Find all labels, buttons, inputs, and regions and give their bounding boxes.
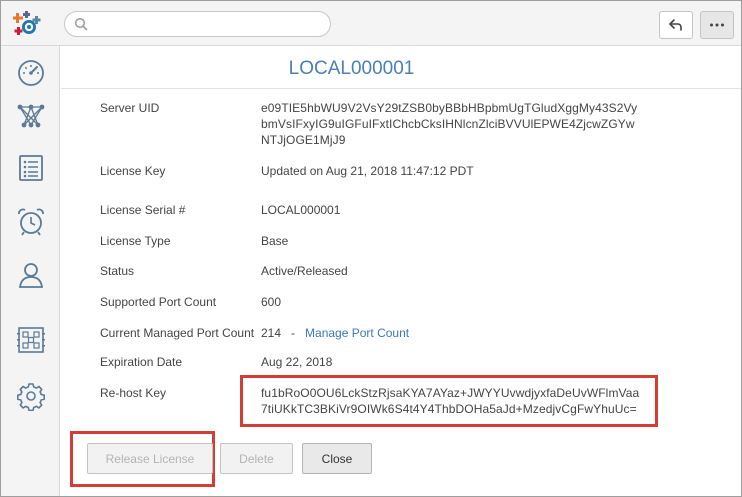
- rehost-key-label: Re-host Key: [100, 386, 167, 400]
- more-options-button[interactable]: [700, 11, 734, 39]
- delete-button[interactable]: Delete: [220, 443, 293, 474]
- device-grid-icon: [16, 327, 45, 353]
- rehost-key-highlight-box: [240, 375, 658, 427]
- dashboard-gauge-icon: [17, 60, 44, 86]
- license-type-value: Base: [261, 234, 289, 248]
- sidebar: [1, 46, 60, 496]
- license-key-label: License Key: [100, 164, 166, 178]
- server-uid-label: Server UID: [100, 101, 160, 115]
- manage-port-count-link[interactable]: Manage Port Count: [305, 326, 409, 340]
- ellipsis-icon: [710, 23, 724, 27]
- license-type-label: License Type: [100, 234, 171, 248]
- serial-value: LOCAL000001: [261, 203, 341, 217]
- managed-port-count-label: Current Managed Port Count: [100, 326, 255, 340]
- back-button[interactable]: [659, 11, 693, 39]
- search-input[interactable]: [64, 11, 331, 37]
- server-uid-value: e09TIE5hbWU9V2VsY29tZSB0byBBbHBpbmUgTGlu…: [261, 101, 638, 147]
- managed-port-count-row: 214 - Manage Port Count: [261, 325, 409, 341]
- serial-label: License Serial #: [100, 203, 186, 217]
- expiration-date-label: Expiration Date: [100, 355, 183, 369]
- search-icon: [74, 17, 88, 31]
- sidebar-item-dashboard[interactable]: [1, 53, 60, 93]
- sidebar-item-alarms[interactable]: [1, 202, 60, 242]
- sidebar-item-settings[interactable]: [1, 376, 60, 416]
- license-key-value: Updated on Aug 21, 2018 11:47:12 PDT: [261, 164, 474, 178]
- release-license-button[interactable]: Release License: [87, 443, 213, 474]
- sidebar-item-users[interactable]: [1, 255, 60, 295]
- topology-network-icon: [17, 104, 44, 128]
- top-bar: [1, 1, 741, 46]
- sidebar-item-devices[interactable]: [1, 320, 60, 360]
- supported-port-count-label: Supported Port Count: [100, 295, 217, 309]
- tableau-logo-icon[interactable]: [13, 10, 43, 38]
- undo-arrow-icon: [669, 19, 682, 31]
- status-label: Status: [100, 264, 135, 278]
- list-icon: [18, 155, 43, 181]
- managed-port-count-value: 214 -: [261, 326, 296, 340]
- settings-gear-icon: [16, 383, 45, 411]
- page-title: LOCAL000001: [288, 58, 415, 79]
- supported-port-count-value: 600: [261, 295, 282, 309]
- sidebar-item-topology[interactable]: [1, 96, 60, 136]
- alarm-clock-icon: [17, 208, 44, 236]
- expiration-date-value: Aug 22, 2018: [261, 355, 333, 369]
- sidebar-item-list[interactable]: [1, 148, 60, 188]
- user-icon: [18, 263, 43, 288]
- close-button[interactable]: Close: [302, 443, 372, 474]
- divider: [61, 88, 741, 89]
- status-value: Active/Released: [261, 264, 348, 278]
